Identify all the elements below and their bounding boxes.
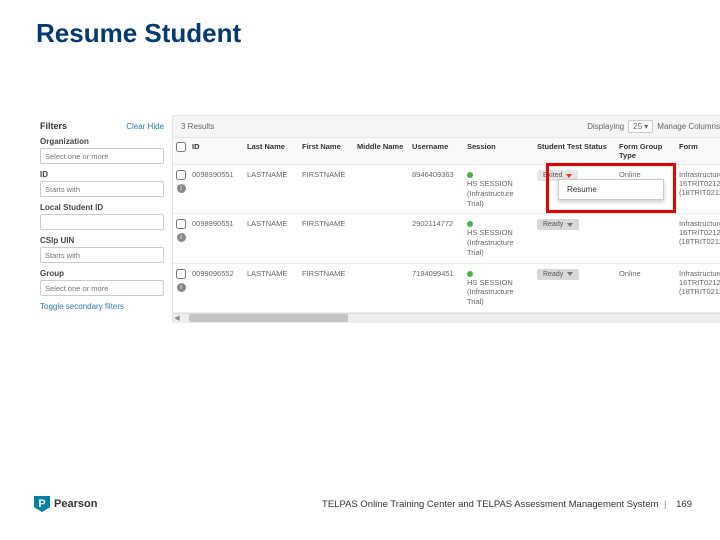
status-dot-icon: [467, 271, 473, 277]
org-label: Organization: [40, 137, 164, 146]
cuin-label: CSIp UIN: [40, 236, 164, 245]
cell-middle: [354, 216, 409, 222]
col-formgroup[interactable]: Form Group Type: [616, 138, 676, 164]
status-dot-icon: [467, 221, 473, 227]
cell-form: Infrastructure 16TRIT0212E (18TRIT02128: [676, 216, 720, 249]
manage-columns-link[interactable]: Manage Columns: [657, 122, 720, 131]
cell-last: LASTNAME: [244, 266, 299, 281]
cell-user: 2902114772: [409, 216, 464, 231]
status-dot-icon: [467, 172, 473, 178]
page-size-value: 25: [633, 122, 642, 131]
cell-last: LASTNAME: [244, 167, 299, 182]
app-frame: Filters Clear Hide Organization ID Local…: [32, 115, 710, 323]
scroll-track[interactable]: [189, 314, 720, 322]
status-dropdown[interactable]: Ready: [537, 269, 579, 280]
col-id[interactable]: ID: [189, 138, 244, 164]
scroll-thumb[interactable]: [189, 314, 348, 322]
cell-formgroup: [616, 216, 676, 222]
separator: |: [664, 499, 666, 510]
results-count: 3 Results: [181, 122, 214, 131]
cell-session: HS SESSION (Infrastructure Trial): [464, 266, 534, 310]
toggle-secondary-filters-link[interactable]: Toggle secondary filters: [40, 302, 164, 311]
cell-id: 0099096552: [189, 266, 244, 281]
status-value: Ready: [543, 271, 563, 278]
pearson-mark-icon: P: [34, 496, 50, 512]
info-icon[interactable]: i: [177, 233, 186, 242]
cell-session: HS SESSION (Infrastructure Trial): [464, 167, 534, 211]
footer-caption: TELPAS Online Training Center and TELPAS…: [322, 499, 658, 510]
caret-down-icon: [566, 174, 572, 178]
cell-user: 7194099451: [409, 266, 464, 281]
table-row: i 0098990551 LASTNAME FIRSTNAME 29021147…: [173, 214, 720, 263]
col-middle[interactable]: Middle Name: [354, 138, 409, 164]
filters-heading: Filters: [40, 121, 67, 131]
results-panel: 3 Results Displaying 25 ▾ Manage Columns…: [172, 115, 720, 323]
students-table: ID Last Name First Name Middle Name User…: [173, 138, 720, 313]
cell-user: 8946409363: [409, 167, 464, 182]
cell-first: FIRSTNAME: [299, 167, 354, 182]
col-form[interactable]: Form: [676, 138, 720, 164]
resume-option[interactable]: Resume: [567, 185, 655, 194]
cell-session: HS SESSION (Infrastructure Trial): [464, 216, 534, 260]
group-input[interactable]: [40, 280, 164, 296]
col-user[interactable]: Username: [409, 138, 464, 164]
cell-id: 0098990551: [189, 167, 244, 182]
group-label: Group: [40, 269, 164, 278]
caret-down-icon: [567, 272, 573, 276]
status-dropdown-menu: Resume: [558, 179, 664, 200]
cuin-input[interactable]: [40, 247, 164, 263]
status-value: Exited: [543, 172, 562, 179]
session-text: HS SESSION (Infrastructure Trial): [467, 228, 531, 257]
info-icon[interactable]: i: [177, 283, 186, 292]
status-value: Ready: [543, 221, 563, 228]
col-last[interactable]: Last Name: [244, 138, 299, 164]
row-checkbox[interactable]: [176, 219, 186, 229]
cell-form: Infrastructure 16TRIT0212E (18TRIT02128: [676, 167, 720, 200]
clear-hide-link[interactable]: Clear Hide: [126, 122, 164, 131]
col-session[interactable]: Session: [464, 138, 534, 164]
page-size-select[interactable]: 25 ▾: [628, 120, 653, 133]
session-text: HS SESSION (Infrastructure Trial): [467, 278, 531, 307]
horizontal-scrollbar[interactable]: ◀ ▶: [173, 313, 720, 323]
select-all-checkbox[interactable]: [176, 142, 186, 152]
info-icon[interactable]: i: [177, 184, 186, 193]
status-dropdown[interactable]: Ready: [537, 219, 579, 230]
footer: P Pearson TELPAS Online Training Center …: [0, 496, 720, 512]
id-input[interactable]: [40, 181, 164, 197]
cell-first: FIRSTNAME: [299, 266, 354, 281]
cell-last: LASTNAME: [244, 216, 299, 231]
pearson-logo: P Pearson: [34, 496, 97, 512]
session-text: HS SESSION (Infrastructure Trial): [467, 179, 531, 208]
org-input[interactable]: [40, 148, 164, 164]
results-topbar: 3 Results Displaying 25 ▾ Manage Columns…: [173, 116, 720, 138]
cell-form: Infrastructure 16TRIT0212E (18TRIT02128: [676, 266, 720, 299]
pearson-name: Pearson: [54, 498, 97, 510]
id-label: ID: [40, 170, 164, 179]
cell-middle: [354, 266, 409, 272]
cell-first: FIRSTNAME: [299, 216, 354, 231]
lsid-input[interactable]: [40, 214, 164, 230]
scroll-left-icon[interactable]: ◀: [173, 314, 181, 322]
lsid-label: Local Student ID: [40, 203, 164, 212]
displaying-label: Displaying: [587, 122, 624, 131]
cell-middle: [354, 167, 409, 173]
filters-panel: Filters Clear Hide Organization ID Local…: [32, 115, 172, 323]
cell-formgroup: Online: [616, 266, 676, 281]
col-first[interactable]: First Name: [299, 138, 354, 164]
row-checkbox[interactable]: [176, 170, 186, 180]
cell-id: 0098990551: [189, 216, 244, 231]
table-header-row: ID Last Name First Name Middle Name User…: [173, 138, 720, 165]
caret-down-icon: [567, 223, 573, 227]
col-status[interactable]: Student Test Status: [534, 138, 616, 164]
row-checkbox[interactable]: [176, 269, 186, 279]
footer-text: TELPAS Online Training Center and TELPAS…: [322, 499, 692, 510]
page-number: 169: [676, 499, 692, 510]
page-title: Resume Student: [0, 0, 720, 59]
table-row: i 0099096552 LASTNAME FIRSTNAME 71940994…: [173, 264, 720, 313]
